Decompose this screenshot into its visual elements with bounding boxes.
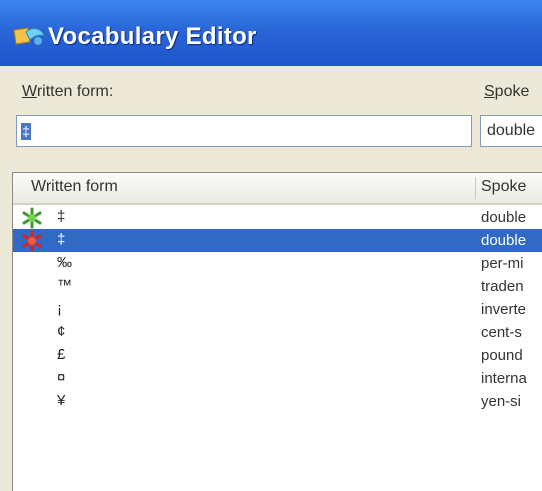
written-form-cell: £ bbox=[57, 346, 66, 363]
list-item[interactable]: ‰ per-mi bbox=[13, 252, 542, 275]
written-form-cell: ¢ bbox=[57, 323, 66, 340]
spoken-form-cell: traden bbox=[481, 278, 524, 295]
written-form-cell: ¤ bbox=[57, 369, 66, 386]
green-asterisk-icon bbox=[22, 207, 42, 229]
list-item[interactable]: £ pound bbox=[13, 344, 542, 367]
written-form-cell: ‡ bbox=[57, 208, 66, 225]
written-form-cell: ‡ bbox=[57, 231, 66, 248]
list-item[interactable]: ¤ interna bbox=[13, 367, 542, 390]
spoken-form-cell: pound bbox=[481, 347, 523, 364]
spoken-form-label-text: poke bbox=[494, 83, 530, 100]
title-bar[interactable]: Vocabulary Editor bbox=[0, 0, 542, 66]
written-form-cell: ¥ bbox=[57, 392, 66, 409]
written-form-value: ‡ bbox=[21, 123, 31, 140]
list-item[interactable]: ¥ yen-si bbox=[13, 390, 542, 413]
written-form-label-accel: W bbox=[22, 83, 37, 100]
column-divider[interactable] bbox=[475, 177, 476, 199]
spoken-form-cell: interna bbox=[481, 370, 527, 387]
red-asterisk-icon bbox=[22, 230, 42, 252]
spoken-form-cell: inverte bbox=[481, 301, 527, 318]
spoken-form-input[interactable]: double bbox=[480, 115, 542, 147]
column-header-spoken-form[interactable]: Spoke bbox=[481, 178, 526, 196]
spoken-form-cell: yen-si bbox=[481, 393, 522, 410]
written-form-cell: ¡ bbox=[57, 300, 62, 317]
vocabulary-list[interactable]: Written form Spoke ‡ double ‡ double ‰ p… bbox=[12, 172, 542, 491]
spoken-form-value: double bbox=[487, 122, 536, 139]
vocabulary-editor-icon bbox=[13, 27, 45, 45]
spoken-form-cell: double bbox=[481, 232, 527, 249]
list-item[interactable]: ¢ cent-s bbox=[13, 321, 542, 344]
list-item[interactable]: ‡ double bbox=[13, 206, 542, 229]
written-form-label: Written form: bbox=[22, 83, 113, 101]
vocabulary-editor-window: Vocabulary Editor Written form: Spoke ‡ … bbox=[0, 0, 542, 491]
written-form-input[interactable]: ‡ bbox=[16, 115, 472, 147]
written-form-label-text: ritten form: bbox=[36, 83, 114, 100]
written-form-cell: ‰ bbox=[57, 254, 72, 271]
list-item[interactable]: ™ traden bbox=[13, 275, 542, 298]
spoken-form-cell: cent-s bbox=[481, 324, 522, 341]
written-form-cell: ™ bbox=[57, 277, 72, 294]
spoken-form-label: Spoke bbox=[484, 83, 529, 101]
spoken-form-cell: double bbox=[481, 209, 527, 226]
spoken-form-label-accel: S bbox=[484, 83, 495, 100]
list-header: Written form Spoke bbox=[13, 173, 542, 205]
list-item[interactable]: ¡ inverte bbox=[13, 298, 542, 321]
column-header-written-form[interactable]: Written form bbox=[31, 178, 118, 196]
spoken-form-cell: per-mi bbox=[481, 255, 524, 272]
list-item-selected[interactable]: ‡ double bbox=[13, 229, 542, 252]
window-title: Vocabulary Editor bbox=[48, 23, 257, 50]
